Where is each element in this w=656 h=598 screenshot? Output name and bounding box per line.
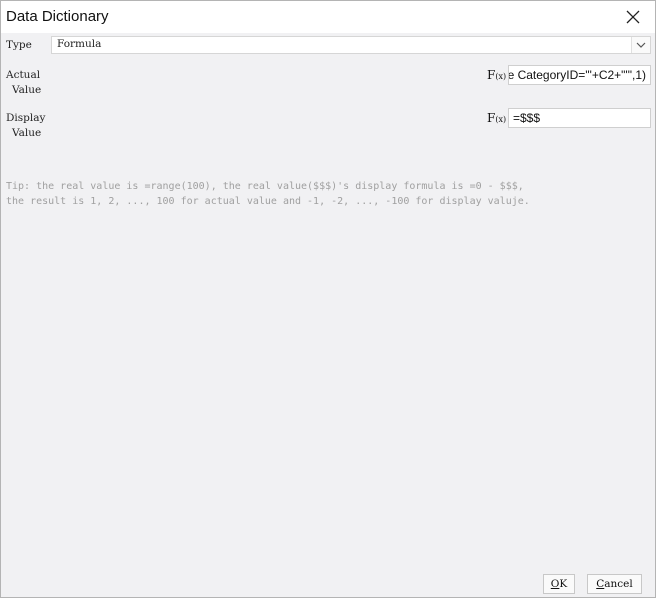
actual-value-input[interactable]: e CategoryID='"+C2+"'",1) — [508, 65, 651, 85]
display-value-input-text: =$$$ — [513, 111, 541, 125]
ok-button[interactable]: OK — [543, 574, 575, 594]
actual-value-label-line2: Value — [12, 84, 42, 96]
formula-icon-sub: (x) — [495, 72, 507, 81]
data-dictionary-dialog: Data Dictionary Type Formula Actual Valu… — [0, 0, 656, 598]
type-label: Type — [6, 39, 32, 51]
title-bar: Data Dictionary — [1, 1, 655, 33]
formula-icon-sub: (x) — [495, 115, 507, 124]
actual-value-input-text: e CategoryID='"+C2+"'",1) — [508, 68, 646, 82]
actual-value-label-line1: Actual — [6, 69, 41, 81]
chevron-down-icon[interactable] — [631, 37, 650, 53]
type-select[interactable]: Formula — [51, 36, 651, 54]
cancel-button[interactable]: Cancel — [587, 574, 642, 594]
close-icon[interactable] — [623, 7, 643, 27]
tip-line2: the result is 1, 2, ..., 100 for actual … — [6, 196, 530, 207]
display-value-input[interactable]: =$$$ — [508, 108, 651, 128]
actual-value-formula-button[interactable]: F(x) — [487, 68, 506, 82]
dialog-title: Data Dictionary — [6, 8, 109, 25]
display-value-formula-button[interactable]: F(x) — [487, 111, 506, 125]
cancel-rest: ancel — [604, 578, 633, 590]
ok-rest: K — [559, 578, 568, 590]
type-select-value: Formula — [57, 38, 102, 50]
tip-line1: Tip: the real value is =range(100), the … — [6, 181, 524, 192]
display-value-label-line1: Display — [6, 112, 46, 124]
display-value-label-line2: Value — [12, 127, 42, 139]
